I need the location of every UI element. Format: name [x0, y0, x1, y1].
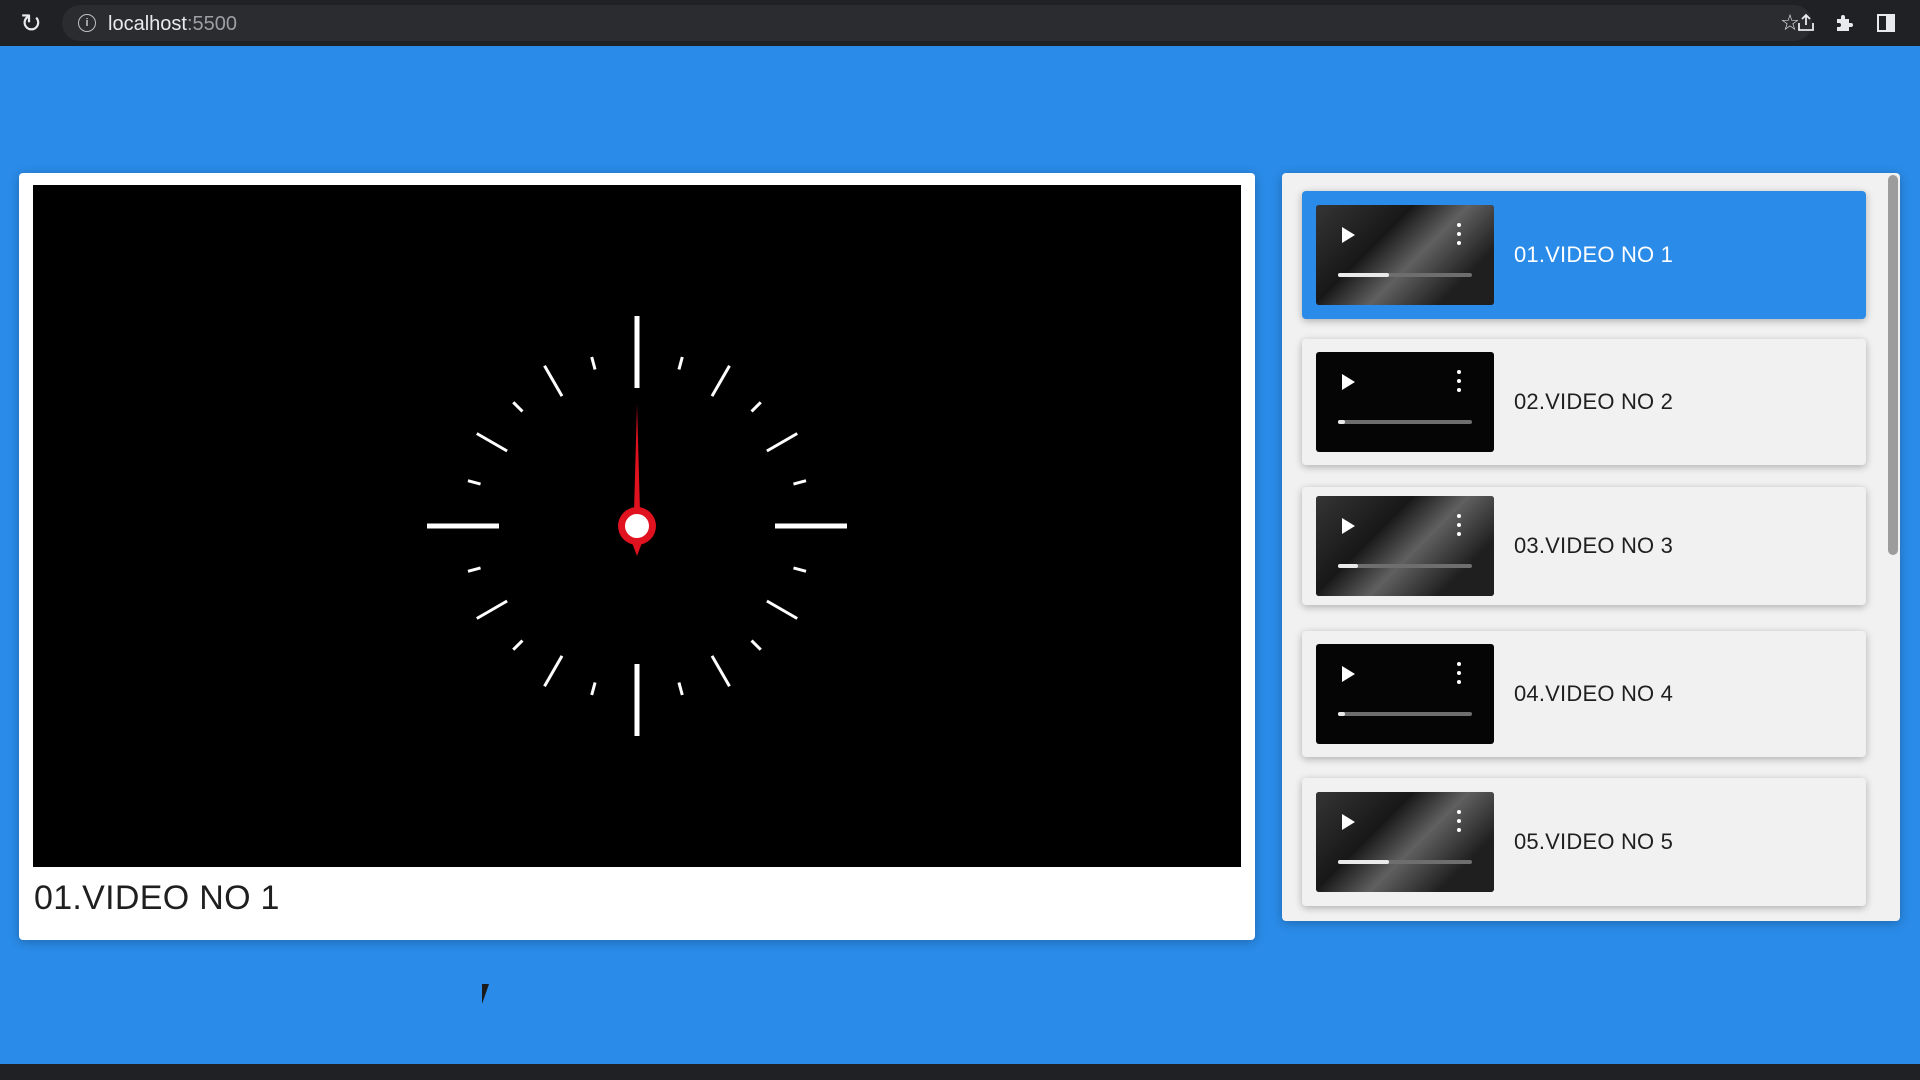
clock-tick: [476, 599, 508, 620]
playlist-item-label: 03.VIDEO NO 3: [1514, 533, 1674, 558]
play-icon[interactable]: [1342, 227, 1355, 243]
player-video-title: 01.VIDEO NO 1: [34, 879, 280, 917]
taskbar-strip: [0, 1064, 1920, 1080]
playlist-item[interactable]: 01.VIDEO NO 1: [1302, 191, 1866, 319]
clock-tick: [766, 432, 798, 453]
playlist-item[interactable]: 05.VIDEO NO 5: [1302, 778, 1866, 906]
clock-face-frame: [427, 316, 847, 736]
playlist-scrollbar[interactable]: [1888, 175, 1898, 555]
play-icon[interactable]: [1342, 666, 1355, 682]
progress-fill: [1338, 712, 1345, 716]
clock-tick: [710, 655, 731, 687]
url-text: localhost:5500: [108, 13, 237, 36]
clock-tick: [543, 365, 564, 397]
play-icon[interactable]: [1342, 374, 1355, 390]
clock-tick: [677, 682, 684, 696]
site-info-icon[interactable]: i: [78, 14, 96, 32]
clock-tick: [793, 566, 807, 573]
clock-tick: [512, 401, 524, 413]
video-thumbnail[interactable]: [1316, 792, 1494, 892]
progress-fill: [1338, 860, 1389, 864]
clock-tick: [750, 401, 762, 413]
playlist-item-label: 01.VIDEO NO 1: [1514, 242, 1674, 267]
clock-tick: [467, 566, 481, 573]
more-options-icon[interactable]: [1456, 514, 1462, 536]
clock-tick: [512, 639, 524, 651]
main-player-card: 01.VIDEO NO 1: [19, 173, 1255, 940]
thumbnail-frame: [1316, 496, 1494, 596]
clock-tick: [793, 479, 807, 486]
video-thumbnail[interactable]: [1316, 644, 1494, 744]
thumbnail-frame: [1316, 792, 1494, 892]
playlist-item-label: 05.VIDEO NO 5: [1514, 829, 1674, 854]
play-icon[interactable]: [1342, 814, 1355, 830]
thumbnail-progress-bar[interactable]: [1338, 860, 1472, 864]
play-icon[interactable]: [1342, 518, 1355, 534]
more-options-icon[interactable]: [1456, 370, 1462, 392]
video-thumbnail[interactable]: [1316, 352, 1494, 452]
clock-tick: [543, 655, 564, 687]
url-host: localhost: [108, 13, 187, 35]
thumbnail-progress-bar[interactable]: [1338, 420, 1472, 424]
progress-fill: [1338, 564, 1359, 568]
clock-hand: [634, 404, 640, 512]
clock-tick: [766, 599, 798, 620]
mouse-cursor-icon: [482, 984, 496, 1004]
more-options-icon[interactable]: [1456, 810, 1462, 832]
playlist-item-label: 02.VIDEO NO 2: [1514, 389, 1674, 414]
bookmark-star-icon[interactable]: ☆: [1776, 9, 1804, 37]
clock-tick: [590, 356, 597, 370]
side-panel-icon[interactable]: [1872, 9, 1900, 37]
clock-hub: [625, 514, 649, 538]
clock-tick: [467, 479, 481, 486]
extensions-icon[interactable]: [1830, 9, 1858, 37]
thumbnail-progress-bar[interactable]: [1338, 273, 1472, 277]
url-port: :5500: [186, 13, 237, 35]
clock-tick: [590, 682, 597, 696]
more-options-icon[interactable]: [1456, 662, 1462, 684]
address-bar[interactable]: i localhost:5500: [62, 5, 1814, 41]
clock-tick: [476, 432, 508, 453]
video-playlist[interactable]: 01.VIDEO NO 1 02.VIDEO NO 2 03.VIDEO NO 3 0…: [1282, 173, 1900, 921]
clock-tick: [750, 639, 762, 651]
clock-tick: [710, 365, 731, 397]
progress-fill: [1338, 420, 1345, 424]
thumbnail-progress-bar[interactable]: [1338, 712, 1472, 716]
video-thumbnail[interactable]: [1316, 496, 1494, 596]
playlist-item[interactable]: 04.VIDEO NO 4: [1302, 631, 1866, 757]
reload-icon[interactable]: ↻: [16, 8, 46, 38]
video-thumbnail[interactable]: [1316, 205, 1494, 305]
playlist-item-label: 04.VIDEO NO 4: [1514, 681, 1674, 706]
thumbnail-progress-bar[interactable]: [1338, 564, 1472, 568]
video-player[interactable]: [33, 185, 1241, 867]
progress-fill: [1338, 273, 1389, 277]
more-options-icon[interactable]: [1456, 223, 1462, 245]
clock-tick: [677, 356, 684, 370]
playlist-item[interactable]: 02.VIDEO NO 2: [1302, 339, 1866, 465]
thumbnail-frame: [1316, 205, 1494, 305]
playlist-item[interactable]: 03.VIDEO NO 3: [1302, 487, 1866, 605]
browser-toolbar: ↻ i localhost:5500 ☆: [0, 0, 1920, 46]
